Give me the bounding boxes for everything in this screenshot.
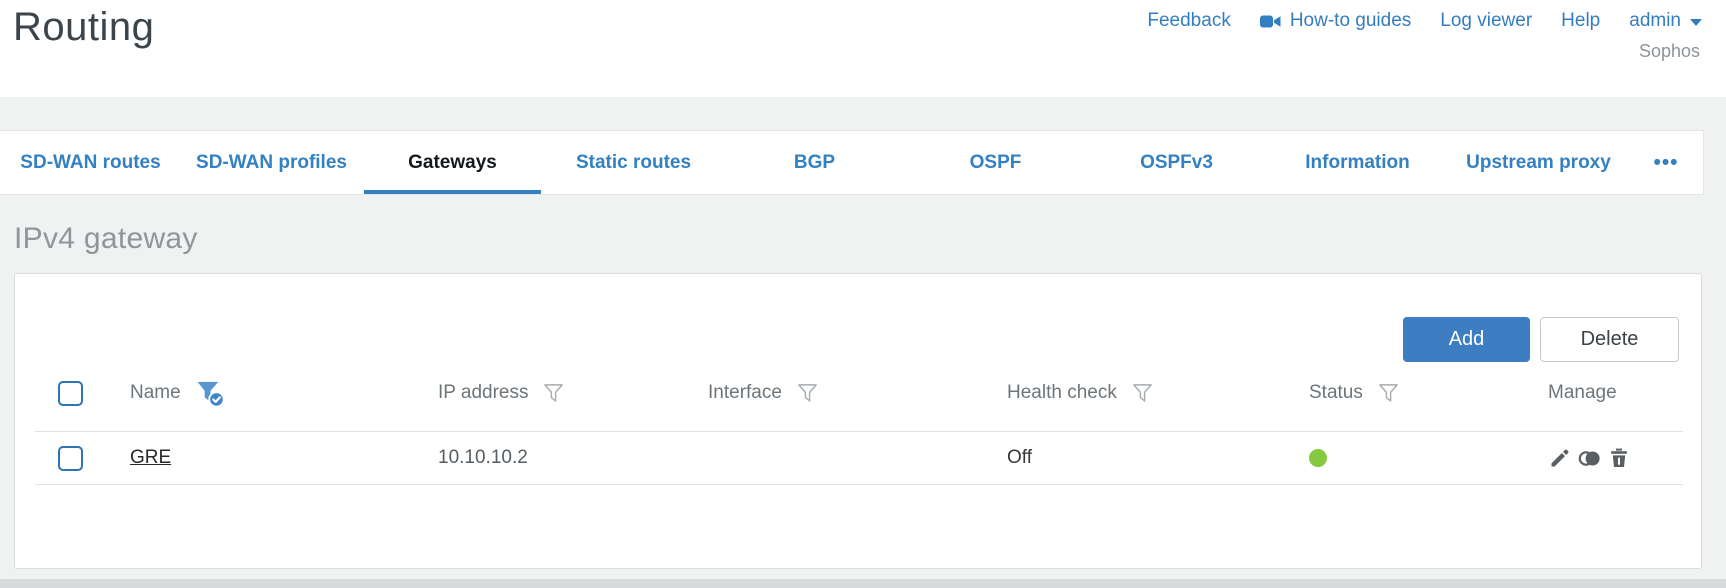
gateway-name-link[interactable]: GRE bbox=[130, 447, 171, 469]
tab-sd-wan-routes[interactable]: SD-WAN routes bbox=[0, 131, 181, 194]
health-check-value: Off bbox=[1007, 447, 1032, 468]
clone-icon[interactable] bbox=[1577, 446, 1602, 470]
feedback-link[interactable]: Feedback bbox=[1147, 10, 1230, 32]
tab-bgp[interactable]: BGP bbox=[724, 131, 905, 194]
delete-icon[interactable] bbox=[1607, 446, 1631, 470]
select-all-checkbox[interactable] bbox=[58, 380, 83, 406]
row-checkbox[interactable] bbox=[58, 445, 83, 471]
tab-upstream-proxy[interactable]: Upstream proxy bbox=[1448, 131, 1629, 194]
edit-icon[interactable] bbox=[1548, 446, 1572, 470]
top-nav: Feedback How-to guides Log viewer Help a… bbox=[1147, 10, 1702, 32]
brand-label: Sophos bbox=[1638, 41, 1700, 61]
filter-icon-status[interactable] bbox=[1377, 382, 1400, 405]
horizontal-scrollbar[interactable] bbox=[0, 579, 1726, 588]
column-header-manage: Manage bbox=[1548, 382, 1617, 403]
section-title: IPv4 gateway bbox=[14, 222, 198, 255]
chevron-down-icon bbox=[1690, 19, 1702, 26]
delete-button[interactable]: Delete bbox=[1540, 317, 1679, 362]
column-header-status: Status bbox=[1309, 382, 1363, 403]
help-link[interactable]: Help bbox=[1561, 10, 1600, 32]
tab-sd-wan-profiles[interactable]: SD-WAN profiles bbox=[181, 131, 362, 194]
more-tabs-button[interactable]: ••• bbox=[1629, 131, 1703, 194]
table-row: GRE 10.10.10.2 Off bbox=[35, 431, 1683, 485]
table-header-row: Name IP address Interface Health check S… bbox=[35, 362, 1683, 424]
column-header-interface: Interface bbox=[708, 382, 782, 403]
page-title: Routing bbox=[13, 5, 155, 49]
user-name-label: admin bbox=[1629, 10, 1681, 31]
status-up-indicator bbox=[1309, 449, 1327, 467]
add-button[interactable]: Add bbox=[1403, 317, 1530, 362]
tab-bar: SD-WAN routes SD-WAN profiles Gateways S… bbox=[0, 130, 1704, 195]
filter-icon-interface[interactable] bbox=[796, 382, 819, 405]
filter-icon-ip-address[interactable] bbox=[542, 382, 565, 405]
user-menu[interactable]: admin bbox=[1629, 10, 1702, 32]
howto-guides-link[interactable]: How-to guides bbox=[1259, 10, 1412, 32]
column-header-name: Name bbox=[130, 382, 181, 403]
tab-ospf[interactable]: OSPF bbox=[905, 131, 1086, 194]
tab-information[interactable]: Information bbox=[1267, 131, 1448, 194]
column-header-ip-address: IP address bbox=[438, 382, 529, 403]
column-header-health-check: Health check bbox=[1007, 382, 1117, 403]
video-camera-icon bbox=[1259, 14, 1281, 29]
filter-icon-health-check[interactable] bbox=[1131, 382, 1154, 405]
tab-gateways[interactable]: Gateways bbox=[362, 131, 543, 194]
filter-active-icon[interactable] bbox=[195, 378, 226, 409]
howto-guides-label: How-to guides bbox=[1289, 10, 1412, 31]
ip-address-value: 10.10.10.2 bbox=[438, 447, 528, 468]
log-viewer-link[interactable]: Log viewer bbox=[1440, 10, 1532, 32]
manage-actions bbox=[1526, 446, 1683, 470]
tab-ospfv3[interactable]: OSPFv3 bbox=[1086, 131, 1267, 194]
gateway-table-panel: Add Delete Name IP address Interface Hea… bbox=[14, 273, 1702, 569]
tab-static-routes[interactable]: Static routes bbox=[543, 131, 724, 194]
